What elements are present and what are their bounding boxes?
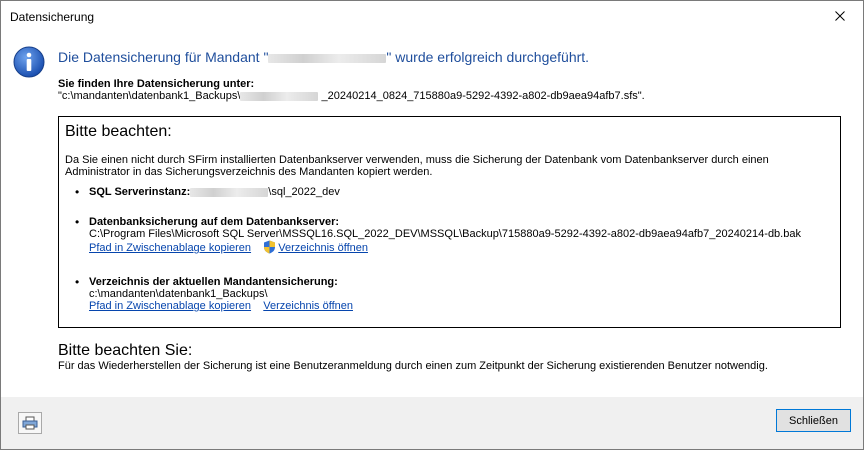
backup-location-label: Sie finden Ihre Datensicherung unter: xyxy=(58,78,255,90)
notice-title: Bitte beachten: xyxy=(65,123,172,140)
db-backup-path: C:\Program Files\Microsoft SQL Server\MS… xyxy=(89,228,801,240)
redacted-mandant-name xyxy=(268,53,387,63)
bullet: • xyxy=(75,215,80,229)
backup-path-prefix: "c:\mandanten\datenbank1_Backups\ xyxy=(58,90,241,102)
mandant-dir-label: Verzeichnis der aktuellen Mandantensiche… xyxy=(89,276,338,288)
headline: Die Datensicherung für Mandant " " wurde … xyxy=(58,49,589,65)
dialog-window: Datensicherung Die Datensicherung für Ma… xyxy=(0,0,864,450)
server-instance-label: SQL Serverinstanz: xyxy=(89,186,191,198)
title-bar: Datensicherung xyxy=(1,1,863,32)
db-backup-item: Datenbanksicherung auf dem Datenbankserv… xyxy=(89,216,801,254)
db-backup-label: Datenbanksicherung auf dem Datenbankserv… xyxy=(89,216,340,228)
mandant-dir-item: Verzeichnis der aktuellen Mandantensiche… xyxy=(89,276,353,312)
copy-db-path-link[interactable]: Pfad in Zwischenablage kopieren xyxy=(89,242,251,254)
note-text: Für das Wiederherstellen der Sicherung i… xyxy=(58,360,768,372)
open-db-dir-link[interactable]: Verzeichnis öffnen xyxy=(278,242,368,254)
print-icon xyxy=(22,416,38,430)
redacted-server-name xyxy=(190,187,269,197)
footer-bar: Schließen xyxy=(1,397,863,449)
server-instance-suffix: \sql_2022_dev xyxy=(268,186,340,198)
window-close-button[interactable] xyxy=(817,1,863,31)
info-icon xyxy=(13,46,45,78)
bullet: • xyxy=(75,275,80,289)
notice-description: Da Sie einen nicht durch SFirm installie… xyxy=(65,154,769,178)
close-button[interactable]: Schließen xyxy=(776,409,851,432)
backup-path-suffix: _20240214_0824_715880a9-5292-4392-a802-d… xyxy=(321,90,645,102)
headline-prefix: Die Datensicherung für Mandant " xyxy=(58,49,269,65)
notice-box: Bitte beachten: Da Sie einen nicht durch… xyxy=(58,116,841,328)
headline-suffix: " wurde erfolgreich durchgeführt. xyxy=(386,49,590,65)
print-button[interactable] xyxy=(18,412,42,434)
close-icon xyxy=(835,11,845,21)
note-title: Bitte beachten Sie: xyxy=(58,342,193,359)
copy-mandant-path-link[interactable]: Pfad in Zwischenablage kopieren xyxy=(89,300,251,312)
uac-shield-icon xyxy=(264,240,276,254)
mandant-dir-path: c:\mandanten\datenbank1_Backups\ xyxy=(89,288,268,300)
open-mandant-dir-link[interactable]: Verzeichnis öffnen xyxy=(263,300,353,312)
redacted-backup-name xyxy=(240,91,319,101)
server-instance-item: SQL Serverinstanz: \sql_2022_dev xyxy=(89,186,340,198)
backup-location-path: "c:\mandanten\datenbank1_Backups\ _20240… xyxy=(58,90,645,102)
window-title: Datensicherung xyxy=(10,10,95,24)
bullet: • xyxy=(75,185,80,199)
